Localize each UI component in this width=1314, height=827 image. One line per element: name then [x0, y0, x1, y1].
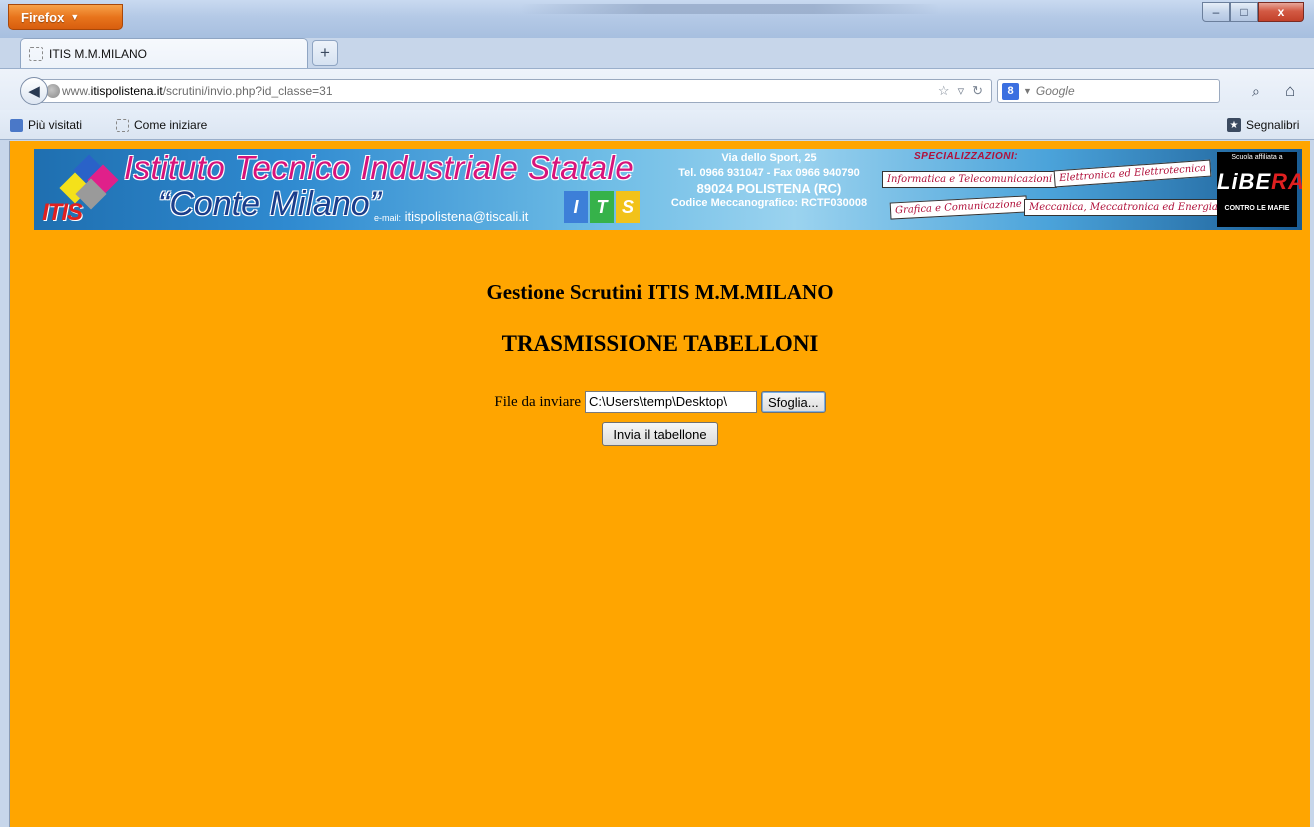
file-label: File da inviare [494, 393, 582, 410]
tab-title: ITIS M.M.MILANO [49, 46, 148, 61]
libera-top-text: Scuola affiliata a [1231, 154, 1283, 161]
bookmark-label: Più visitati [28, 118, 83, 132]
page-content: ITIS Istituto Tecnico Industriale Statal… [10, 141, 1310, 827]
maximize-button[interactable]: □ [1230, 2, 1258, 22]
its-blocks: I T S [564, 191, 640, 223]
page-icon [116, 118, 129, 132]
section-title: TRASMISSIONE TABELLONI [501, 331, 819, 356]
specialization-informatica: Informatica e Telecomunicazioni [882, 171, 1058, 188]
back-button[interactable]: ◀ [20, 77, 48, 105]
address-phone: Tel. 0966 931047 - Fax 0966 940790 [678, 167, 860, 179]
navigation-toolbar: www. itispolistena.it/scrutini/invio.php?… [0, 68, 1314, 110]
site-identity-icon[interactable] [46, 84, 60, 98]
bookmarks-toolbar: Più visitati Come iniziare ★ Segnalibri [0, 110, 1314, 140]
page-favicon-icon [29, 46, 43, 61]
address-city: 89024 POLISTENA (RC) [696, 181, 842, 196]
specializations-label: SPECIALIZZAZIONI: [914, 151, 1019, 162]
school-address: Via dello Sport, 25 Tel. 0966 931047 - F… [659, 151, 879, 211]
close-button[interactable]: x [1258, 2, 1304, 22]
banner-email: e-mail: itispolistena@tiscali.it [374, 209, 528, 224]
its-block-t: T [590, 191, 614, 223]
itis-logo: ITIS [42, 199, 83, 226]
libera-bottom-text: CONTRO LE MAFIE [1224, 205, 1290, 212]
maximize-icon: □ [1240, 5, 1248, 19]
school-banner: ITIS Istituto Tecnico Industriale Statal… [34, 149, 1302, 230]
libera-logo: Scuola affiliata a LiBERA CONTRO LE MAFI… [1217, 152, 1302, 227]
email-address: itispolistena@tiscali.it [404, 209, 529, 224]
close-icon: x [1277, 5, 1285, 19]
specialization-meccanica: Meccanica, Meccatronica ed Energia [1024, 199, 1223, 216]
window-controls: – □ x [1202, 2, 1304, 22]
search-engine-icon[interactable]: 8 [1002, 82, 1019, 100]
chevron-down-icon: ▼ [70, 12, 80, 22]
url-path: /scrutini/invio.php?id_classe=31 [162, 84, 333, 98]
browse-button[interactable]: Sfoglia... [761, 391, 826, 413]
libera-word: LiBERA [1217, 169, 1302, 195]
firefox-menu-label: Firefox [21, 9, 65, 25]
url-domain: itispolistena.it [90, 84, 163, 98]
bookmarks-star-icon: ★ [1227, 118, 1241, 132]
new-tab-button[interactable]: + [312, 40, 338, 66]
libera-word-end: RA [1271, 169, 1302, 194]
bookmarks-menu-label: Segnalibri [1246, 118, 1300, 132]
most-visited-icon [10, 118, 23, 132]
address-street: Via dello Sport, 25 [721, 152, 817, 164]
minimize-icon: – [1212, 5, 1220, 19]
url-prefix: www. [62, 84, 91, 98]
its-block-s: S [616, 191, 640, 223]
search-bar[interactable]: 8 ▼ Google [997, 79, 1220, 103]
submit-row: Invia il tabellone [10, 422, 1310, 446]
window-title-blurred [520, 4, 940, 14]
address-code: Codice Meccanografico: RCTF030008 [670, 197, 868, 209]
plus-icon: + [320, 43, 330, 62]
file-upload-row: File da inviare C:\Users\temp\Desktop\ S… [10, 391, 1310, 413]
file-path-input[interactable]: C:\Users\temp\Desktop\ [585, 391, 758, 413]
bookmarks-menu-button[interactable]: ★ Segnalibri [1227, 118, 1299, 132]
tab-active[interactable]: ITIS M.M.MILANO [20, 38, 308, 68]
specialization-grafica: Grafica e Comunicazione [889, 195, 1028, 220]
libera-word-start: LiBE [1217, 169, 1272, 194]
reload-icon[interactable]: ↻ [972, 83, 983, 99]
search-engine-dropdown-icon[interactable]: ▼ [1023, 86, 1032, 96]
back-arrow-icon: ◀ [28, 83, 40, 100]
search-placeholder: Google [1035, 84, 1075, 98]
search-go-icon[interactable]: ⌕ [1252, 83, 1260, 100]
bookmark-most-visited[interactable]: Più visitati [10, 118, 82, 132]
page-title: Gestione Scrutini ITIS M.M.MILANO [486, 280, 834, 304]
banner-subtitle: “Conte Milano” [158, 185, 381, 223]
window-right-border [1310, 141, 1314, 827]
minimize-button[interactable]: – [1202, 2, 1230, 22]
window-titlebar: Firefox ▼ – □ x [0, 0, 1314, 38]
submit-button[interactable]: Invia il tabellone [602, 422, 718, 446]
bookmark-star-icon[interactable]: ☆ [938, 83, 950, 99]
bookmark-getting-started[interactable]: Come iniziare [116, 118, 207, 132]
its-block-i: I [564, 191, 588, 223]
specialization-elettronica: Elettronica ed Elettrotecnica [1053, 159, 1212, 188]
url-bar-actions: ☆ ▿ ↻ [938, 83, 983, 99]
window-left-border [0, 141, 10, 827]
firefox-menu-button[interactable]: Firefox ▼ [8, 4, 123, 30]
url-bar[interactable]: www. itispolistena.it/scrutini/invio.php?… [40, 79, 992, 103]
bookmark-label: Come iniziare [134, 118, 208, 132]
email-label: e-mail: [374, 213, 402, 223]
home-icon[interactable]: ⌂ [1285, 81, 1295, 101]
banner-title: Istituto Tecnico Industriale Statale [124, 149, 635, 186]
history-dropdown-icon[interactable]: ▿ [958, 83, 965, 99]
